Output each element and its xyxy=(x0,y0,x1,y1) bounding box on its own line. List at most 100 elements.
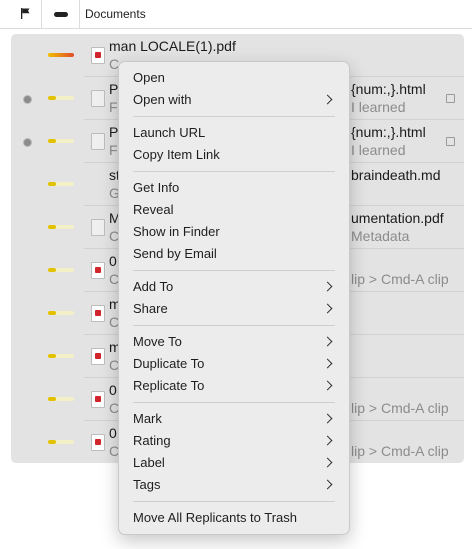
menu-item-move-all-replicants-to-trash[interactable]: Move All Replicants to Trash xyxy=(119,507,349,529)
menu-item-label: Get Info xyxy=(133,180,180,195)
item-subtitle-tail: I learned xyxy=(351,99,406,115)
menu-item-replicate-to[interactable]: Replicate To xyxy=(119,375,349,397)
chevron-right-icon xyxy=(322,303,333,314)
menu-item-reveal[interactable]: Reveal xyxy=(119,199,349,221)
attachment-icon xyxy=(446,94,455,103)
unread-dot-icon xyxy=(23,138,32,147)
pdf-file-icon xyxy=(91,348,105,365)
item-subtitle-tail: Metadata xyxy=(351,228,410,244)
rating-bar xyxy=(48,397,74,401)
item-subtitle-tail: lip > Cmd-A clip xyxy=(351,271,449,287)
menu-item-label: Show in Finder xyxy=(133,224,220,239)
menu-item-rating[interactable]: Rating xyxy=(119,430,349,452)
menu-separator xyxy=(133,402,335,403)
rating-bar xyxy=(48,225,74,229)
context-menu: Open Open with Launch URL Copy Item Link… xyxy=(118,61,350,535)
menu-item-launch-url[interactable]: Launch URL xyxy=(119,122,349,144)
item-title: 0 xyxy=(109,382,117,398)
menu-item-get-info[interactable]: Get Info xyxy=(119,177,349,199)
menu-item-label: Mark xyxy=(133,411,162,426)
chevron-right-icon xyxy=(322,358,333,369)
chevron-right-icon xyxy=(322,479,333,490)
menu-item-label: Open with xyxy=(133,92,192,107)
menu-item-label: Rating xyxy=(133,433,171,448)
menu-item-send-by-email[interactable]: Send by Email xyxy=(119,243,349,265)
chevron-right-icon xyxy=(322,336,333,347)
chevron-right-icon xyxy=(322,413,333,424)
menu-item-label: Copy Item Link xyxy=(133,147,220,162)
menu-separator xyxy=(133,501,335,502)
rating-bar xyxy=(48,354,74,358)
document-file-icon xyxy=(91,219,105,236)
menu-item-label: Move To xyxy=(133,334,182,349)
item-title: P xyxy=(109,81,119,97)
pdf-file-icon xyxy=(91,434,105,451)
menu-separator xyxy=(133,116,335,117)
menu-item-open[interactable]: Open xyxy=(119,67,349,89)
menu-item-label: Duplicate To xyxy=(133,356,205,371)
menu-item-label: Open xyxy=(133,70,165,85)
rating-bar xyxy=(48,182,74,186)
item-title: 0 xyxy=(109,253,117,269)
item-title: 0 xyxy=(109,425,117,441)
chevron-right-icon xyxy=(322,435,333,446)
menu-item-copy-item-link[interactable]: Copy Item Link xyxy=(119,144,349,166)
item-subtitle-tail: I learned xyxy=(351,142,406,158)
menu-item-label: Share xyxy=(133,301,168,316)
menu-item-tags[interactable]: Tags xyxy=(119,474,349,496)
menu-item-label: Add To xyxy=(133,279,174,294)
item-subtitle-tail: lip > Cmd-A clip xyxy=(351,400,449,416)
item-subtitle: F xyxy=(109,99,118,115)
item-title: P xyxy=(109,124,119,140)
chevron-right-icon xyxy=(322,281,333,292)
label-pill-icon xyxy=(54,12,68,17)
menu-separator xyxy=(133,270,335,271)
pdf-file-icon xyxy=(91,391,105,408)
chevron-right-icon xyxy=(322,457,333,468)
rating-bar xyxy=(48,53,74,57)
item-title-tail: {num:,}.html xyxy=(351,81,426,97)
pdf-file-icon xyxy=(91,262,105,279)
menu-item-open-with[interactable]: Open with xyxy=(119,89,349,111)
menu-item-show-in-finder[interactable]: Show in Finder xyxy=(119,221,349,243)
item-title-tail: braindeath.md xyxy=(351,167,441,183)
menu-separator xyxy=(133,325,335,326)
rating-bar xyxy=(48,440,74,444)
item-subtitle: F xyxy=(109,142,118,158)
rating-bar xyxy=(48,311,74,315)
menu-item-move-to[interactable]: Move To xyxy=(119,331,349,353)
menu-item-add-to[interactable]: Add To xyxy=(119,276,349,298)
flag-icon xyxy=(21,8,30,19)
menu-item-label: Tags xyxy=(133,477,161,492)
menu-item-label: Reveal xyxy=(133,202,174,217)
menu-item-label[interactable]: Label xyxy=(119,452,349,474)
menu-item-label: Replicate To xyxy=(133,378,205,393)
item-subtitle-tail: lip > Cmd-A clip xyxy=(351,443,449,459)
rating-bar xyxy=(48,268,74,272)
item-title-tail: umentation.pdf xyxy=(351,210,444,226)
document-file-icon xyxy=(91,133,105,150)
menu-separator xyxy=(133,171,335,172)
item-title: man LOCALE(1).pdf xyxy=(109,38,236,54)
menu-item-share[interactable]: Share xyxy=(119,298,349,320)
list-header: Documents xyxy=(0,0,472,29)
menu-item-label-text: Label xyxy=(133,455,165,470)
rating-bar xyxy=(48,139,74,143)
label-column-header[interactable] xyxy=(42,0,80,28)
documents-column-header[interactable]: Documents xyxy=(85,7,146,21)
menu-item-label: Send by Email xyxy=(133,246,217,261)
menu-item-mark[interactable]: Mark xyxy=(119,408,349,430)
rating-bar xyxy=(48,96,74,100)
chevron-right-icon xyxy=(322,380,333,391)
unread-dot-icon xyxy=(23,95,32,104)
flag-column-header[interactable] xyxy=(0,0,42,28)
menu-item-duplicate-to[interactable]: Duplicate To xyxy=(119,353,349,375)
menu-item-label: Move All Replicants to Trash xyxy=(133,510,298,525)
chevron-right-icon xyxy=(322,94,333,105)
pdf-file-icon xyxy=(91,305,105,322)
document-file-icon xyxy=(91,90,105,107)
item-title-tail: {num:,}.html xyxy=(351,124,426,140)
attachment-icon xyxy=(446,137,455,146)
menu-item-label: Launch URL xyxy=(133,125,206,140)
pdf-file-icon xyxy=(91,47,105,64)
